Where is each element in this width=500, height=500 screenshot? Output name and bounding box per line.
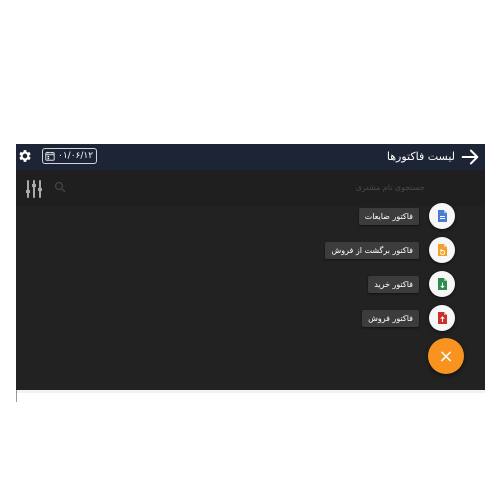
fab-item-purchase-invoice[interactable]: فاکتور خرید — [368, 270, 455, 298]
fab-item-label[interactable]: فاکتور فروش — [362, 309, 419, 327]
arrow-right-icon[interactable] — [459, 146, 481, 168]
app-screen: ۰۱/۰۶/۱۲ لیست فاکتورها جستجوی نام مشتری … — [16, 144, 485, 390]
download-document-icon[interactable] — [429, 271, 455, 297]
date-text: ۰۱/۰۶/۱۲ — [58, 151, 94, 161]
fab-item-sales-return-invoice[interactable]: فاکتور برگشت از فروش — [325, 236, 455, 264]
upload-document-icon[interactable] — [429, 305, 455, 331]
date-chip[interactable]: ۰۱/۰۶/۱۲ — [42, 148, 98, 164]
fab-item-label[interactable]: فاکتور برگشت از فروش — [325, 241, 419, 259]
fab-item-label[interactable]: فاکتور خرید — [368, 275, 419, 293]
document-icon[interactable] — [429, 203, 455, 229]
bottom-divider — [16, 390, 485, 393]
fab-item-waste-invoice[interactable]: فاکتور ضایعات — [358, 202, 455, 230]
return-document-icon[interactable] — [429, 237, 455, 263]
close-icon: × — [438, 345, 454, 367]
close-fab-button[interactable]: × — [428, 338, 464, 374]
fab-item-sales-invoice[interactable]: فاکتور فروش — [362, 304, 455, 332]
calendar-icon — [45, 151, 55, 161]
gear-icon[interactable] — [17, 148, 33, 164]
app-bar: ۰۱/۰۶/۱۲ لیست فاکتورها — [16, 144, 485, 170]
fab-item-label[interactable]: فاکتور ضایعات — [358, 207, 419, 225]
page-title: لیست فاکتورها — [386, 150, 455, 163]
left-edge-divider — [16, 390, 17, 402]
